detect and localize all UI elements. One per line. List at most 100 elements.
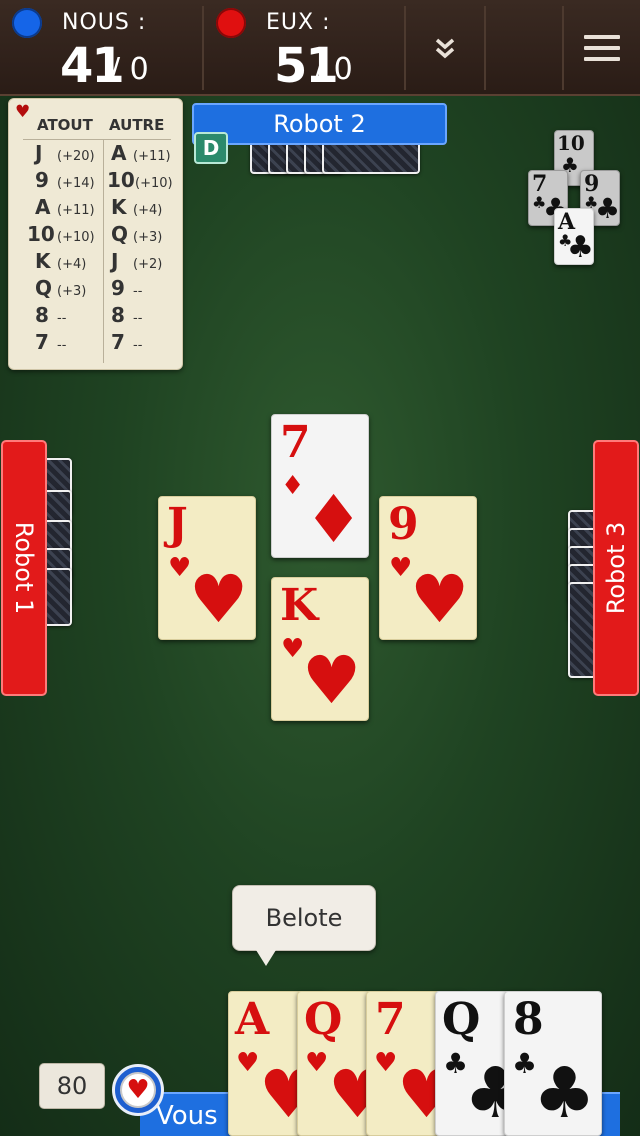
heart-icon: ♥ [302,642,362,719]
other-row: 10 (+10) [107,168,173,195]
team-them-score: EUX : 51 / 0 [204,0,404,96]
header-divider [484,6,486,90]
trump-row: 10 (+10) [27,222,95,249]
points: (+3) [57,284,87,299]
card-rank: 10 [557,131,585,155]
other-column-header: AUTRE [109,116,165,134]
points: (+20) [57,149,95,164]
points: (+11) [57,203,95,218]
team-us-score: NOUS : 41 / 0 [0,0,200,96]
points: (+10) [135,176,173,191]
points: (+2) [133,257,163,272]
heart-icon: ♥ [168,553,192,583]
table-divider [23,139,171,140]
expand-button[interactable] [406,0,484,96]
card-rank: Q [442,994,481,1045]
played-card-right: 9 ♥ ♥ [379,496,477,640]
heart-icon: ♥ [389,553,413,583]
played-card-bottom: K ♥ ♥ [271,577,369,721]
other-row: A (+11) [111,141,171,168]
bubble-tail [256,950,276,966]
card-rank: J [167,499,188,550]
rank: A [111,141,127,165]
trump-suit-badge: ♥ [112,1064,164,1116]
card-rank: 7 [280,417,311,468]
rank: A [35,195,51,219]
rank: 7 [35,330,49,354]
rank: 8 [111,303,125,327]
team-them-label: EUX : [266,10,331,35]
hand-card[interactable]: 8 ♣ ♣ [504,991,602,1136]
heart-icon: ♥ [305,1048,329,1078]
heart-icon: ♥ [120,1072,156,1108]
team-them-color-dot [216,8,246,38]
other-row: 9 -- [111,276,142,303]
player-name: Robot 3 [602,521,630,615]
points: -- [57,311,67,326]
trump-row: Q (+3) [35,276,86,303]
card-rank: K [280,580,319,631]
other-row: 8 -- [111,303,142,330]
rank: 9 [35,168,49,192]
player-name: Robot 1 [10,521,38,615]
points: (+14) [57,176,95,191]
double-chevron-down-icon [435,38,455,59]
other-row: Q (+3) [111,222,162,249]
points: -- [133,284,143,299]
heart-icon: ♥ [410,561,470,638]
heart-icon: ♥ [15,102,31,122]
club-icon: ♣ [533,1052,596,1134]
club-icon: ♣ [595,192,620,225]
rank: 10 [107,168,135,192]
card-values-table: ♥ ATOUT AUTRE J (+20) 9 (+14) A (+11) 10 (+1… [8,98,183,370]
rank: 9 [111,276,125,300]
table-divider [103,139,104,363]
rank: 8 [35,303,49,327]
team-us-round-points: / 0 [110,52,149,87]
card-rank: 7 [375,994,406,1045]
points: (+3) [133,230,163,245]
points: (+4) [133,203,163,218]
player-tag-robot-2: Robot 2 [192,103,447,145]
points: -- [133,311,143,326]
team-us-label: NOUS : [62,10,147,35]
points: -- [57,338,67,353]
points: (+10) [57,230,95,245]
dealer-badge: D [194,132,228,164]
points: (+4) [57,257,87,272]
last-trick-card[interactable]: A ♣ ♣ [554,208,594,265]
card-rank: 8 [513,994,544,1045]
trump-row: 7 -- [35,330,66,357]
rank: K [35,249,51,273]
card-rank: 9 [388,499,419,550]
rank: Q [35,276,53,300]
diamond-icon: ♦ [281,471,305,501]
trump-row: K (+4) [35,249,86,276]
player-tag-robot-3: Robot 3 [593,440,639,696]
points: -- [133,338,143,353]
played-card-top: 7 ♦ ♦ [271,414,369,558]
card-rank: A [235,994,270,1045]
team-them-round-points: / 0 [314,52,353,87]
club-icon: ♣ [567,230,594,265]
hamburger-menu-icon [584,35,620,61]
player-tag-robot-1: Robot 1 [1,440,47,696]
played-card-left: J ♥ ♥ [158,496,256,640]
heart-icon: ♥ [281,634,305,664]
rank: 7 [111,330,125,354]
other-row: K (+4) [111,195,162,222]
score-header: NOUS : 41 / 0 EUX : 51 / 0 [0,0,640,96]
heart-icon: ♥ [374,1048,398,1078]
rank: 10 [27,222,55,246]
other-row: 7 -- [111,330,142,357]
menu-button[interactable] [564,0,640,96]
other-row: J (+2) [111,249,162,276]
trump-row: 8 -- [35,303,66,330]
announcement-bubble: Belote [232,885,376,951]
heart-icon: ♥ [236,1048,260,1078]
bid-value: 80 [39,1063,105,1109]
rank: J [111,249,119,273]
rank: J [35,141,43,165]
trump-row: 9 (+14) [35,168,95,195]
team-us-color-dot [12,8,42,38]
